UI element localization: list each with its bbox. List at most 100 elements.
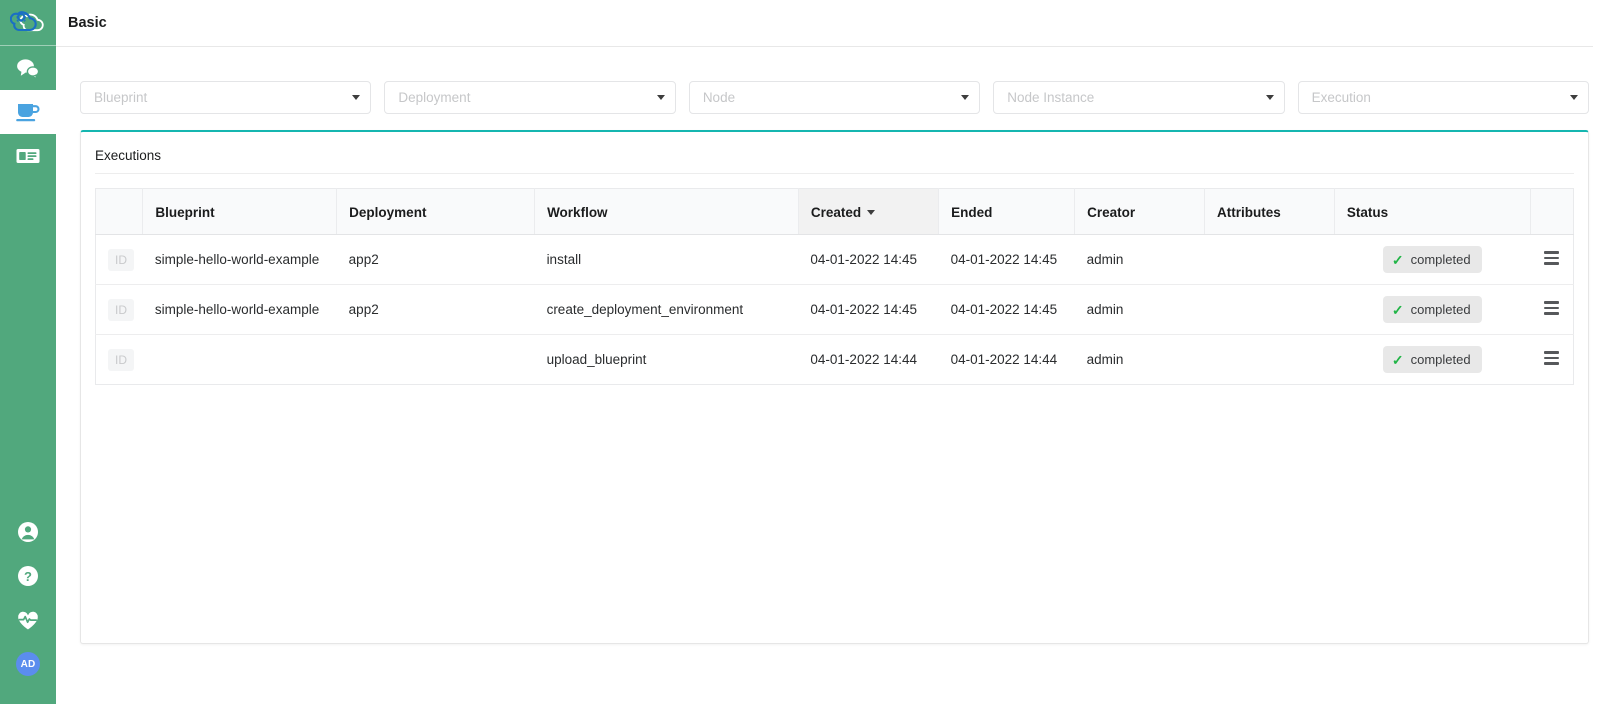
content-area: Blueprint Deployment Node Node Instance …	[56, 47, 1617, 644]
check-icon: ✓	[1391, 351, 1404, 368]
status-label: completed	[1410, 302, 1471, 317]
column-header-creator[interactable]: Creator	[1074, 188, 1205, 235]
cell-blueprint: simple-hello-world-example	[142, 234, 337, 285]
sidebar-avatar[interactable]: AD	[0, 642, 56, 686]
executions-panel: Executions Blueprint Deployment Workflow…	[80, 130, 1589, 644]
cell-created: 04-01-2022 14:45	[798, 284, 939, 335]
avatar: AD	[16, 652, 40, 676]
cell-ended: 04-01-2022 14:45	[938, 234, 1075, 285]
sidebar-item-deployments[interactable]	[0, 90, 56, 134]
chevron-down-icon	[961, 95, 970, 100]
chevron-down-icon	[352, 95, 361, 100]
cell-deployment	[337, 335, 535, 385]
filter-bar: Blueprint Deployment Node Node Instance …	[80, 63, 1590, 130]
sidebar-item-chat[interactable]	[0, 46, 56, 90]
table-body: ID simple-hello-world-example app2 insta…	[95, 234, 1574, 385]
chevron-down-icon	[1570, 95, 1579, 100]
cell-id: ID	[95, 234, 143, 285]
cloudify-logo[interactable]	[0, 0, 56, 46]
cell-creator: admin	[1086, 352, 1124, 367]
cell-creator: admin	[1074, 234, 1205, 285]
sort-descending-icon	[867, 210, 876, 216]
filter-node-label: Node	[702, 90, 736, 105]
status-badge: ✓ completed	[1382, 296, 1482, 323]
cell-status: ✓ completed	[1334, 335, 1530, 385]
cell-blueprint: simple-hello-world-example	[142, 284, 337, 335]
filter-node[interactable]: Node	[688, 81, 981, 114]
column-header-ended[interactable]: Ended	[938, 188, 1076, 235]
filter-node-instance-label: Node Instance	[1007, 90, 1095, 105]
sidebar-item-logs[interactable]	[0, 134, 56, 178]
cell-menu	[1530, 335, 1573, 385]
status-label: completed	[1410, 352, 1471, 367]
table-row[interactable]: ID simple-hello-world-example app2 insta…	[95, 234, 1574, 285]
cell-menu	[1530, 234, 1574, 285]
cell-menu	[1530, 284, 1574, 335]
filter-blueprint[interactable]: Blueprint	[80, 81, 372, 114]
page-header: Basic	[56, 0, 1593, 47]
panel-title: Executions	[95, 146, 1574, 174]
cell-blueprint	[143, 335, 337, 385]
chevron-down-icon	[656, 95, 665, 100]
status-badge: ✓ completed	[1382, 246, 1482, 273]
column-header-deployment[interactable]: Deployment	[336, 188, 536, 235]
coffee-cup-icon	[16, 104, 40, 122]
column-header-created-label: Created	[810, 204, 862, 220]
sidebar: ? AD	[0, 0, 56, 704]
cell-attributes	[1204, 335, 1334, 385]
column-header-id[interactable]	[95, 188, 144, 235]
filter-deployment-label: Deployment	[398, 90, 471, 105]
check-icon: ✓	[1391, 301, 1404, 318]
heartbeat-icon	[18, 611, 38, 629]
sidebar-item-help[interactable]: ?	[0, 554, 56, 598]
cell-creator: admin	[1074, 284, 1205, 335]
cell-status: ✓ completed	[1334, 234, 1531, 285]
check-icon: ✓	[1391, 251, 1404, 268]
column-header-created[interactable]: Created	[798, 188, 940, 235]
column-header-attributes[interactable]: Attributes	[1204, 188, 1335, 235]
table-header: Blueprint Deployment Workflow Created En…	[95, 188, 1574, 235]
cell-created: 04-01-2022 14:45	[798, 234, 939, 285]
cell-workflow: upload_blueprint	[546, 352, 647, 367]
table-row[interactable]: ID upload_blueprint 04-01-2022 14:44 04-…	[96, 335, 1574, 385]
table-row[interactable]: ID simple-hello-world-example app2 creat…	[95, 284, 1574, 335]
cell-id: ID	[95, 284, 143, 335]
sidebar-item-status[interactable]	[0, 598, 56, 642]
id-badge: ID	[108, 298, 134, 321]
status-badge: ✓ completed	[1382, 346, 1482, 373]
chat-bubbles-icon	[17, 58, 40, 79]
hamburger-menu-icon[interactable]	[1544, 298, 1560, 317]
table-header-row: Blueprint Deployment Workflow Created En…	[95, 188, 1574, 235]
page-title: Basic	[68, 15, 107, 31]
help-circle-icon: ?	[18, 566, 38, 586]
cell-ended: 04-01-2022 14:45	[938, 284, 1075, 335]
cloud-gear-logo-icon	[10, 10, 44, 31]
filter-execution-label: Execution	[1311, 90, 1371, 105]
cell-attributes	[1204, 284, 1335, 335]
hamburger-menu-icon[interactable]	[1544, 348, 1560, 367]
cell-deployment: app2	[336, 234, 535, 285]
hamburger-menu-icon[interactable]	[1544, 248, 1560, 267]
svg-text:?: ?	[24, 569, 32, 584]
cell-workflow: install	[534, 234, 799, 285]
column-header-menu	[1530, 188, 1574, 235]
filter-node-instance[interactable]: Node Instance	[993, 81, 1285, 114]
filter-execution[interactable]: Execution	[1297, 81, 1590, 114]
cell-created: 04-01-2022 14:44	[810, 352, 917, 367]
column-header-status[interactable]: Status	[1334, 188, 1531, 235]
column-header-workflow[interactable]: Workflow	[534, 188, 799, 235]
chevron-down-icon	[1265, 95, 1274, 100]
status-label: completed	[1410, 252, 1471, 267]
newspaper-icon	[16, 149, 40, 163]
cell-attributes	[1204, 234, 1335, 285]
cell-deployment: app2	[336, 284, 535, 335]
cell-id: ID	[96, 335, 143, 385]
sidebar-item-account[interactable]	[0, 510, 56, 554]
cell-ended: 04-01-2022 14:44	[950, 352, 1058, 367]
cell-workflow: create_deployment_environment	[534, 284, 799, 335]
filter-deployment[interactable]: Deployment	[384, 81, 676, 114]
filter-blueprint-label: Blueprint	[94, 90, 148, 105]
user-circle-icon	[18, 522, 38, 542]
main-content: Basic Blueprint Deployment Node Node Ins…	[56, 0, 1617, 704]
column-header-blueprint[interactable]: Blueprint	[142, 188, 338, 235]
